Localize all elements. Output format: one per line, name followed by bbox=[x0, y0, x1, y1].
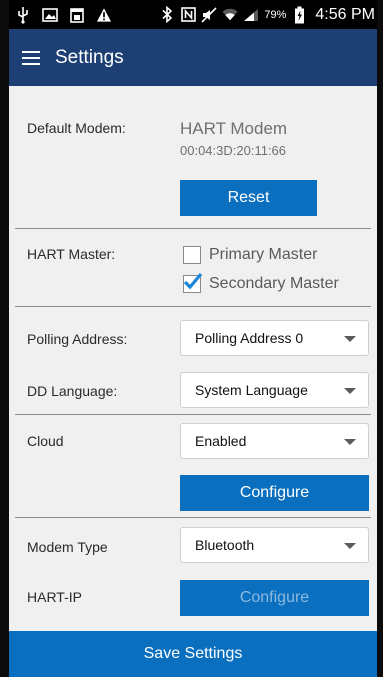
hart-master-label: HART Master: bbox=[27, 246, 116, 262]
cloud-configure-button[interactable]: Configure bbox=[180, 475, 369, 511]
polling-address-select[interactable]: Polling Address 0 bbox=[180, 320, 369, 356]
checkbox-checked-icon bbox=[183, 272, 203, 293]
cloud-value: Enabled bbox=[195, 433, 247, 449]
secondary-master-checkbox[interactable]: Secondary Master bbox=[183, 272, 339, 293]
dd-language-value: System Language bbox=[195, 382, 308, 398]
hart-ip-configure-button[interactable]: Configure bbox=[180, 580, 369, 616]
divider bbox=[15, 414, 371, 415]
primary-master-checkbox[interactable]: Primary Master bbox=[183, 246, 317, 264]
clock: 4:56 PM bbox=[315, 5, 375, 23]
usb-icon bbox=[15, 6, 31, 24]
wifi-icon bbox=[222, 6, 238, 24]
save-settings-button[interactable]: Save Settings bbox=[9, 631, 377, 677]
warning-icon bbox=[96, 6, 112, 24]
modem-type-value: Bluetooth bbox=[195, 537, 255, 553]
dropdown-arrow-icon bbox=[344, 336, 356, 342]
dropdown-arrow-icon bbox=[344, 439, 356, 445]
polling-address-label: Polling Address: bbox=[27, 331, 128, 347]
secondary-master-label: Secondary Master bbox=[209, 275, 339, 292]
battery-percent: 79% bbox=[264, 8, 287, 21]
hart-ip-label: HART-IP bbox=[27, 589, 82, 605]
battery-icon bbox=[291, 6, 307, 24]
dd-language-select[interactable]: System Language bbox=[180, 372, 369, 408]
settings-content: Default Modem: HART Modem 00:04:3D:20:11… bbox=[9, 86, 377, 631]
divider bbox=[15, 306, 371, 307]
cloud-label: Cloud bbox=[27, 433, 64, 449]
bluetooth-icon bbox=[159, 6, 175, 24]
modem-type-select[interactable]: Bluetooth bbox=[180, 527, 369, 563]
divider bbox=[15, 517, 371, 518]
page-title: Settings bbox=[55, 46, 124, 68]
polling-address-value: Polling Address 0 bbox=[195, 330, 304, 346]
phone-screen: 79% 4:56 PM Settings Default Modem: HART… bbox=[0, 0, 383, 677]
checkbox-unchecked-icon bbox=[183, 246, 201, 264]
app-bar: Settings bbox=[9, 29, 377, 86]
primary-master-label: Primary Master bbox=[209, 246, 318, 263]
divider bbox=[15, 228, 371, 229]
modem-name: HART Modem bbox=[180, 119, 288, 138]
modem-address: 00:04:3D:20:11:66 bbox=[180, 143, 287, 158]
default-modem-label: Default Modem: bbox=[27, 120, 126, 136]
menu-icon[interactable] bbox=[9, 50, 55, 66]
calendar-icon bbox=[69, 6, 85, 24]
status-bar: 79% 4:56 PM bbox=[9, 0, 377, 29]
signal-icon bbox=[243, 6, 259, 24]
dd-language-label: DD Language: bbox=[27, 383, 118, 399]
reset-button[interactable]: Reset bbox=[180, 180, 317, 216]
image-icon bbox=[42, 6, 58, 24]
nfc-icon bbox=[180, 6, 196, 24]
cloud-select[interactable]: Enabled bbox=[180, 423, 369, 459]
mute-icon bbox=[201, 6, 217, 24]
dropdown-arrow-icon bbox=[344, 543, 356, 549]
dropdown-arrow-icon bbox=[344, 388, 356, 394]
modem-type-label: Modem Type bbox=[27, 539, 108, 555]
